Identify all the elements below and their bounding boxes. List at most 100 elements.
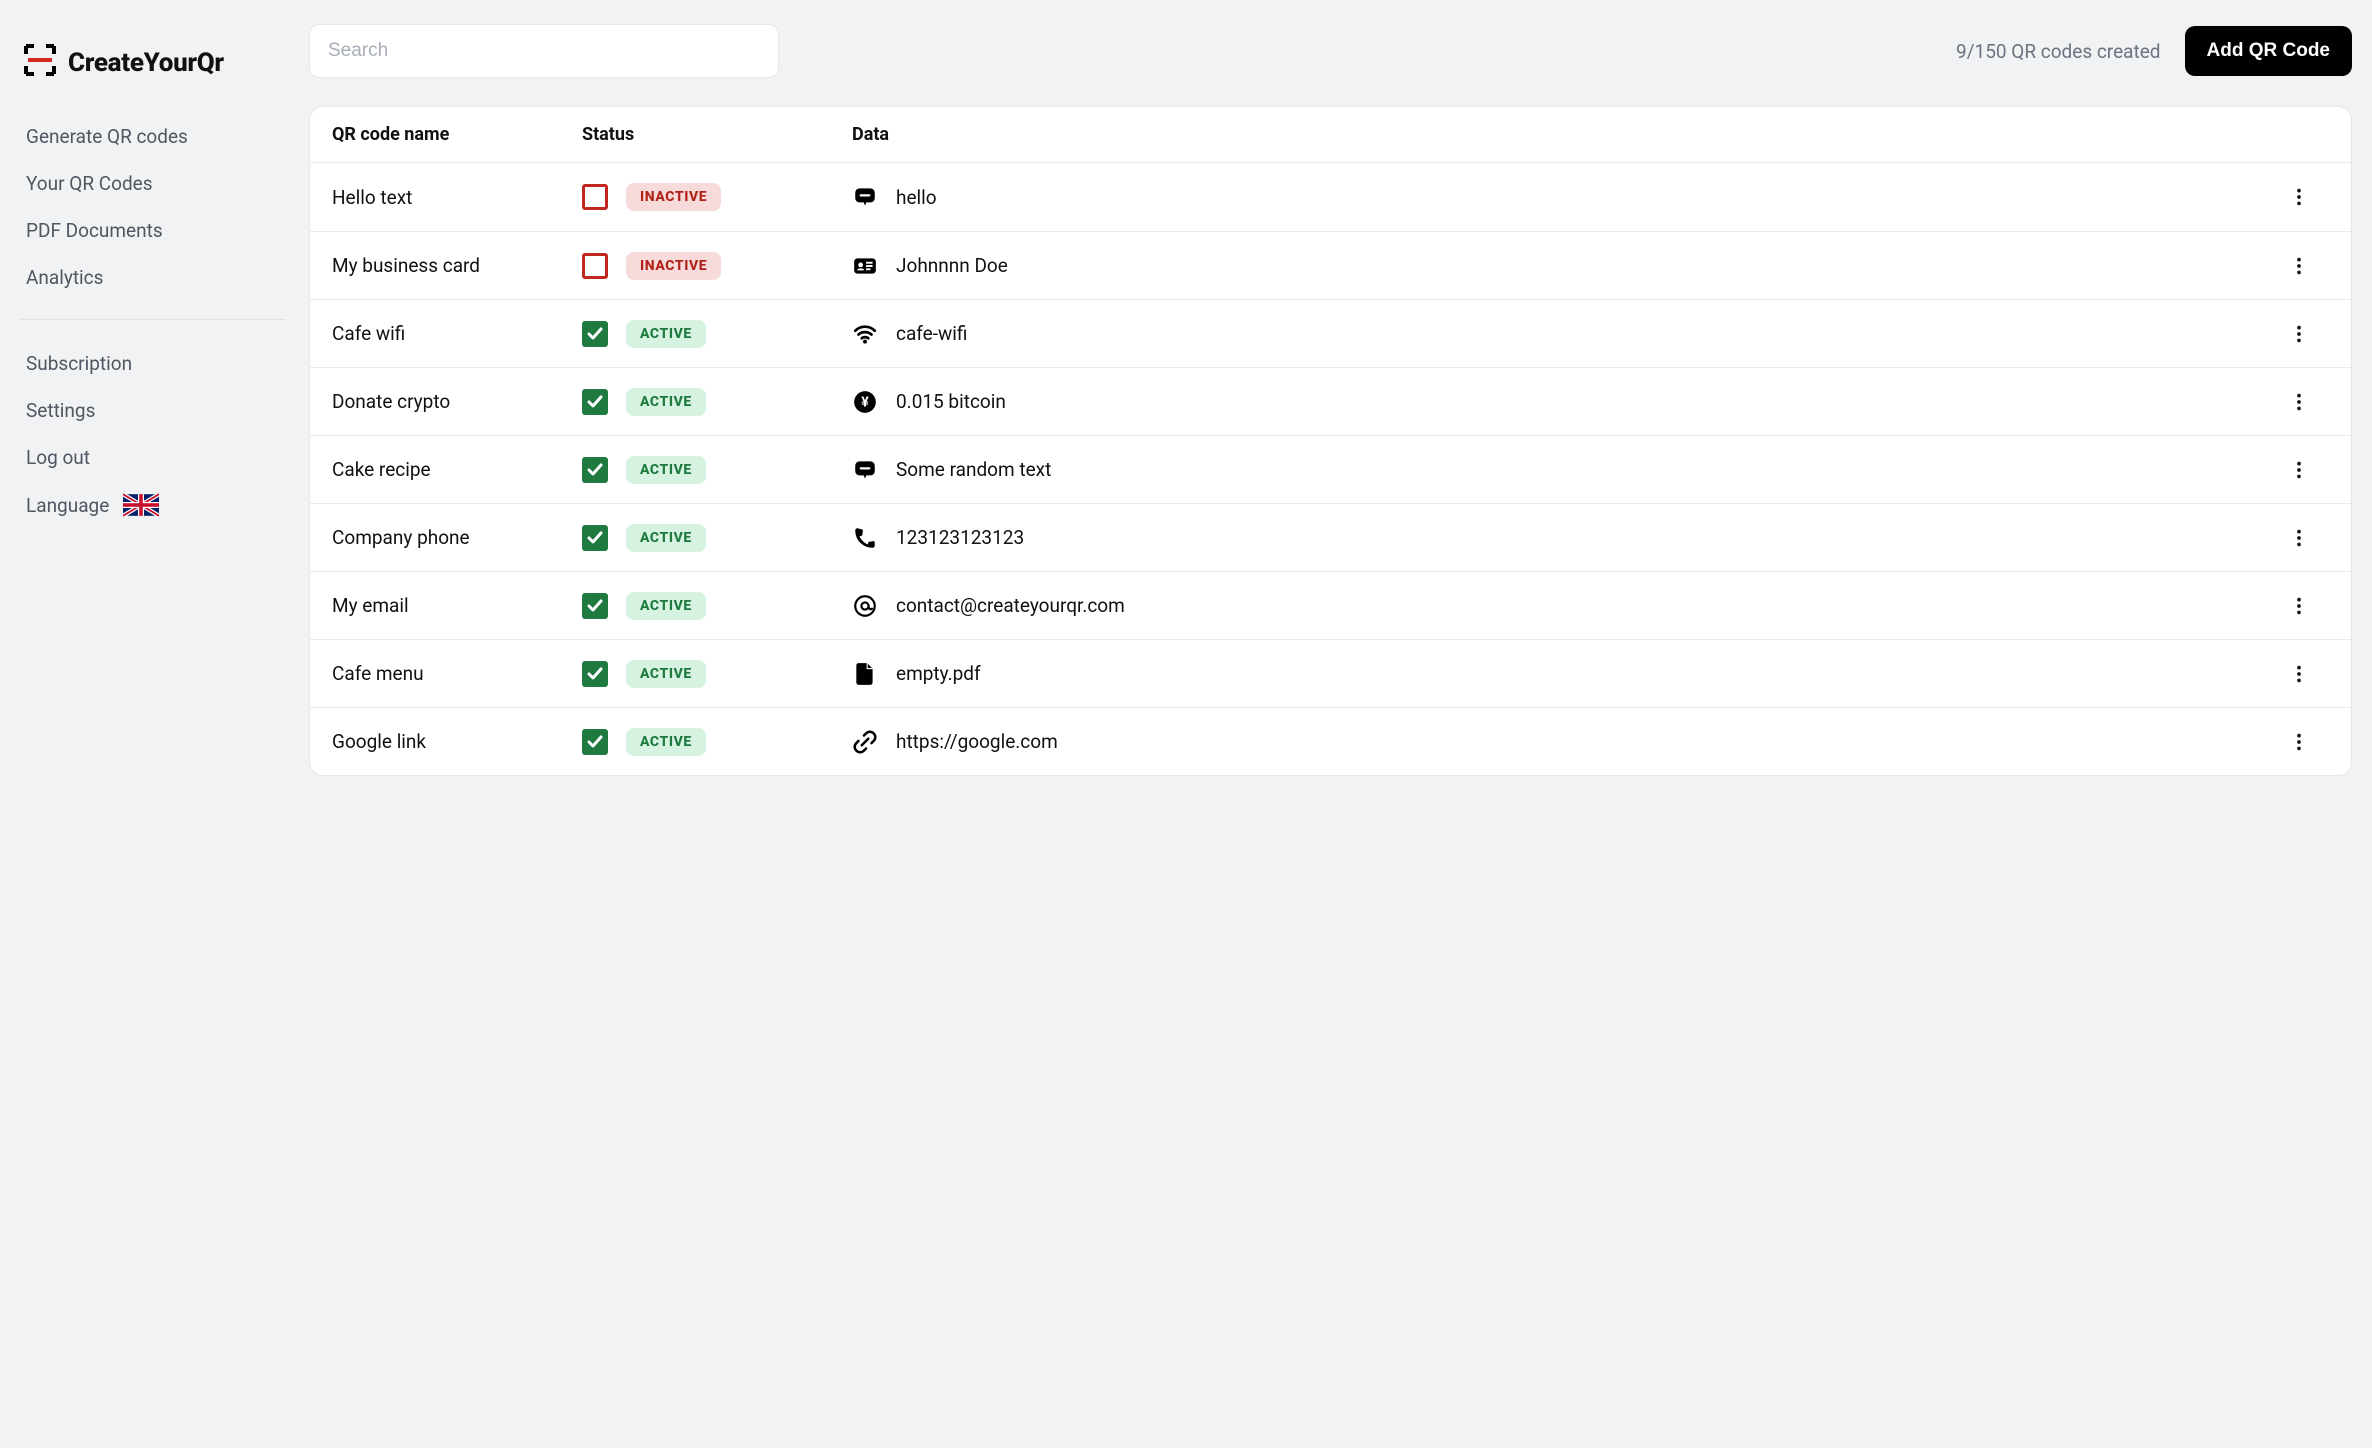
- file-icon: [852, 661, 878, 687]
- row-status: ACTIVE: [582, 660, 852, 688]
- add-qr-button[interactable]: Add QR Code: [2185, 26, 2353, 76]
- sidebar: CreateYourQr Generate QR codes Your QR C…: [20, 24, 285, 1424]
- row-menu-button[interactable]: [2269, 255, 2329, 277]
- topbar: 9/150 QR codes created Add QR Code: [309, 24, 2352, 78]
- row-menu-button[interactable]: [2269, 527, 2329, 549]
- row-name: Company phone: [332, 526, 582, 549]
- row-status: ACTIVE: [582, 320, 852, 348]
- sidebar-item-analytics[interactable]: Analytics: [20, 254, 285, 301]
- row-status: ACTIVE: [582, 388, 852, 416]
- table-row[interactable]: My email ACTIVE contact@createyourqr.com: [310, 571, 2351, 639]
- row-data: cafe-wifi: [852, 321, 2269, 347]
- table-row[interactable]: My business card INACTIVE Johnnnn Doe: [310, 231, 2351, 299]
- status-badge: ACTIVE: [626, 456, 706, 484]
- row-status: ACTIVE: [582, 592, 852, 620]
- row-status: ACTIVE: [582, 456, 852, 484]
- phone-icon: [852, 525, 878, 551]
- row-name: Cafe menu: [332, 662, 582, 685]
- status-checkbox[interactable]: [582, 457, 608, 483]
- row-data: contact@createyourqr.com: [852, 593, 2269, 619]
- sidebar-item-label: Log out: [26, 446, 90, 469]
- more-vertical-icon: [2288, 391, 2310, 413]
- status-checkbox[interactable]: [582, 593, 608, 619]
- at-icon: [852, 593, 878, 619]
- sidebar-item-label: PDF Documents: [26, 219, 163, 242]
- table-row[interactable]: Google link ACTIVE https://google.com: [310, 707, 2351, 775]
- table-row[interactable]: Donate cryptoACTIVE0.015 bitcoin: [310, 367, 2351, 435]
- status-checkbox[interactable]: [582, 321, 608, 347]
- sidebar-item-pdf[interactable]: PDF Documents: [20, 207, 285, 254]
- th-status: Status: [582, 124, 852, 145]
- status-checkbox[interactable]: [582, 729, 608, 755]
- sidebar-item-label: Analytics: [26, 266, 103, 289]
- search-input[interactable]: [309, 24, 779, 78]
- brand[interactable]: CreateYourQr: [20, 44, 285, 109]
- table-row[interactable]: Cafe wifiACTIVEcafe-wifi: [310, 299, 2351, 367]
- th-name: QR code name: [332, 124, 582, 145]
- card-icon: [852, 253, 878, 279]
- table-row[interactable]: Cafe menu ACTIVE empty.pdf: [310, 639, 2351, 707]
- status-checkbox[interactable]: [582, 389, 608, 415]
- row-data: empty.pdf: [852, 661, 2269, 687]
- status-badge: ACTIVE: [626, 660, 706, 688]
- row-data-text: Johnnnn Doe: [896, 254, 1008, 277]
- row-name: My business card: [332, 254, 582, 277]
- status-badge: INACTIVE: [626, 252, 721, 280]
- row-status: ACTIVE: [582, 728, 852, 756]
- table-row[interactable]: Company phoneACTIVE123123123123: [310, 503, 2351, 571]
- status-checkbox[interactable]: [582, 184, 608, 210]
- uk-flag-icon: [123, 493, 159, 517]
- row-menu-button[interactable]: [2269, 595, 2329, 617]
- status-badge: ACTIVE: [626, 388, 706, 416]
- row-menu-button[interactable]: [2269, 391, 2329, 413]
- status-badge: ACTIVE: [626, 728, 706, 756]
- row-name: Google link: [332, 730, 582, 753]
- sidebar-item-settings[interactable]: Settings: [20, 387, 285, 434]
- row-name: My email: [332, 594, 582, 617]
- nav-primary: Generate QR codes Your QR Codes PDF Docu…: [20, 109, 285, 305]
- status-badge: ACTIVE: [626, 592, 706, 620]
- row-data: Some random text: [852, 457, 2269, 483]
- status-checkbox[interactable]: [582, 253, 608, 279]
- main-content: 9/150 QR codes created Add QR Code QR co…: [309, 24, 2352, 1424]
- table-row[interactable]: Cake recipe ACTIVE Some random text: [310, 435, 2351, 503]
- th-data: Data: [852, 124, 2269, 145]
- status-badge: INACTIVE: [626, 183, 721, 211]
- more-vertical-icon: [2288, 323, 2310, 345]
- row-menu-button[interactable]: [2269, 323, 2329, 345]
- message-icon: [852, 184, 878, 210]
- sidebar-item-label: Settings: [26, 399, 95, 422]
- sidebar-item-logout[interactable]: Log out: [20, 434, 285, 481]
- row-menu-button[interactable]: [2269, 731, 2329, 753]
- row-data-text: contact@createyourqr.com: [896, 594, 1125, 617]
- table-header-row: QR code name Status Data: [310, 107, 2351, 163]
- qr-table: QR code name Status Data Hello textINACT…: [309, 106, 2352, 776]
- row-name: Donate crypto: [332, 390, 582, 413]
- row-data-text: https://google.com: [896, 730, 1058, 753]
- nav-secondary: Subscription Settings Log out Language: [20, 336, 285, 533]
- more-vertical-icon: [2288, 731, 2310, 753]
- status-checkbox[interactable]: [582, 525, 608, 551]
- sidebar-item-subscription[interactable]: Subscription: [20, 340, 285, 387]
- row-data: Johnnnn Doe: [852, 253, 2269, 279]
- row-name: Cake recipe: [332, 458, 582, 481]
- sidebar-divider: [20, 319, 285, 320]
- sidebar-item-label: Language: [26, 494, 109, 517]
- coin-icon: [852, 389, 878, 415]
- qr-count-label: 9/150 QR codes created: [1956, 40, 2160, 63]
- row-data: hello: [852, 184, 2269, 210]
- sidebar-item-your-qr[interactable]: Your QR Codes: [20, 160, 285, 207]
- status-checkbox[interactable]: [582, 661, 608, 687]
- row-status: INACTIVE: [582, 183, 852, 211]
- brand-logo-icon: [24, 44, 56, 81]
- sidebar-item-generate-qr[interactable]: Generate QR codes: [20, 113, 285, 160]
- status-badge: ACTIVE: [626, 320, 706, 348]
- row-data-text: 123123123123: [896, 526, 1024, 549]
- row-menu-button[interactable]: [2269, 663, 2329, 685]
- row-menu-button[interactable]: [2269, 186, 2329, 208]
- brand-name: CreateYourQr: [68, 48, 224, 78]
- table-row[interactable]: Hello textINACTIVEhello: [310, 163, 2351, 231]
- row-menu-button[interactable]: [2269, 459, 2329, 481]
- message-icon: [852, 457, 878, 483]
- sidebar-item-language[interactable]: Language: [20, 481, 285, 529]
